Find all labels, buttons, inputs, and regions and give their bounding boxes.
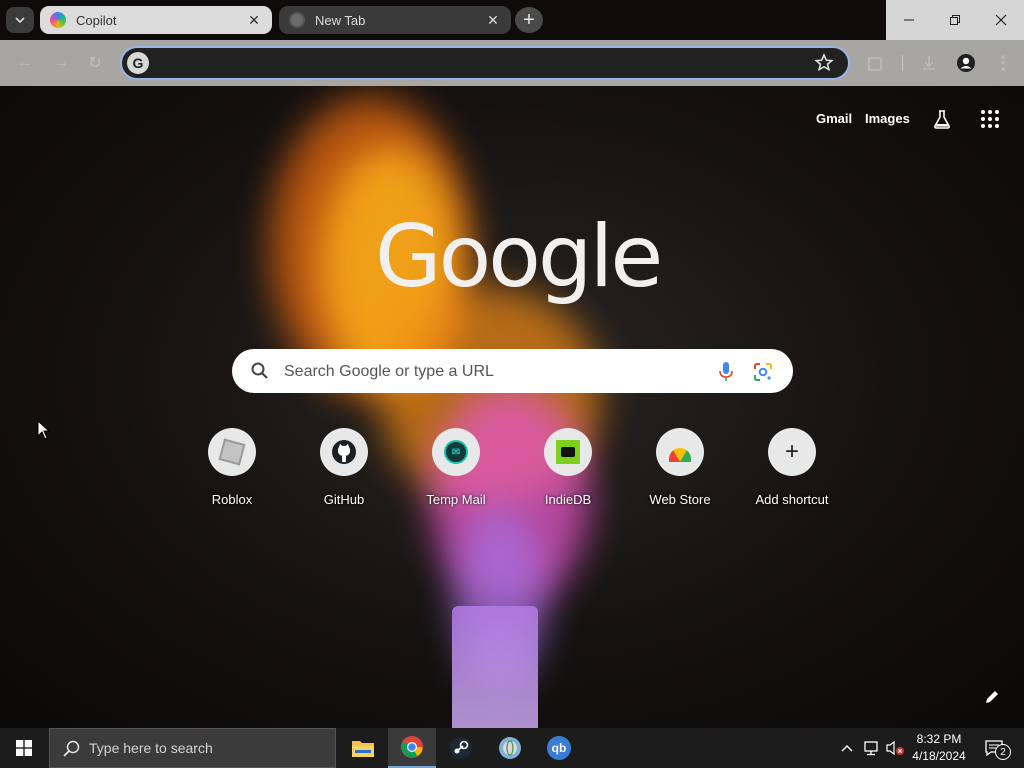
plus-icon: + bbox=[768, 428, 816, 476]
taskbar-file-explorer[interactable] bbox=[339, 728, 387, 768]
qbittorrent-icon: qb bbox=[547, 736, 571, 760]
pencil-icon bbox=[986, 691, 998, 703]
notification-count-badge: 2 bbox=[995, 744, 1011, 760]
search-icon bbox=[251, 362, 268, 379]
file-explorer-icon bbox=[352, 741, 374, 757]
chrome-favicon-icon bbox=[289, 12, 305, 28]
chrome-icon bbox=[401, 736, 423, 758]
extensions-button[interactable] bbox=[865, 52, 887, 74]
google-lens-icon[interactable] bbox=[752, 361, 774, 383]
search-icon bbox=[63, 740, 80, 757]
toolbar-divider bbox=[902, 55, 903, 71]
labs-button[interactable] bbox=[931, 108, 953, 130]
tempmail-icon: ✉ bbox=[432, 428, 480, 476]
title-bar: Copilot ✕ New Tab ✕ + bbox=[0, 0, 1024, 40]
shortcut-label: Roblox bbox=[211, 492, 253, 507]
reload-button[interactable]: ↻ bbox=[84, 52, 106, 74]
webstore-icon bbox=[656, 428, 704, 476]
new-tab-page: Gmail Images Google Roblox GitHub ✉ Temp… bbox=[0, 86, 1024, 728]
close-icon bbox=[995, 14, 1007, 26]
google-g-icon: G bbox=[127, 52, 149, 74]
apps-grid-icon bbox=[981, 110, 999, 128]
network-icon bbox=[864, 741, 878, 756]
gmail-link[interactable]: Gmail bbox=[816, 111, 852, 126]
tab-new-tab[interactable]: New Tab ✕ bbox=[279, 6, 511, 34]
copilot-icon bbox=[50, 12, 66, 28]
tab-label: Copilot bbox=[76, 12, 117, 28]
flask-icon bbox=[934, 110, 950, 129]
shortcut-web-store[interactable]: Web Store bbox=[624, 428, 736, 518]
show-hidden-icons-button[interactable] bbox=[838, 728, 856, 768]
tab-label: New Tab bbox=[315, 12, 366, 28]
downloads-button[interactable] bbox=[918, 52, 940, 74]
volume-button[interactable] bbox=[884, 728, 906, 768]
taskbar-search-box[interactable]: Type here to search bbox=[49, 728, 336, 768]
shortcut-label: Temp Mail bbox=[426, 492, 486, 507]
action-center-button[interactable]: 2 bbox=[980, 728, 1011, 768]
taskbar-search-placeholder: Type here to search bbox=[89, 740, 213, 756]
apps-button[interactable] bbox=[979, 108, 1001, 130]
start-button[interactable] bbox=[0, 728, 48, 768]
restore-button[interactable] bbox=[932, 0, 978, 40]
window-controls bbox=[886, 0, 1024, 40]
taskbar-chrome[interactable] bbox=[388, 728, 436, 768]
minimize-icon bbox=[904, 19, 914, 21]
close-tab-icon[interactable]: ✕ bbox=[246, 12, 262, 28]
close-window-button[interactable] bbox=[978, 0, 1024, 40]
mouse-cursor-icon bbox=[37, 420, 51, 440]
shortcut-label: GitHub bbox=[323, 492, 365, 507]
taskbar-qbittorrent[interactable]: qb bbox=[535, 728, 583, 768]
more-vert-icon bbox=[1001, 55, 1005, 71]
add-shortcut-button[interactable]: + Add shortcut bbox=[736, 428, 848, 518]
microphone-icon[interactable] bbox=[718, 361, 734, 383]
google-logo: Google bbox=[375, 207, 663, 307]
shortcut-label: Web Store bbox=[649, 492, 711, 507]
windows-taskbar: Type here to search qb 8:32 PM 4/18/2024… bbox=[0, 728, 1024, 768]
shortcut-roblox[interactable]: Roblox bbox=[176, 428, 288, 518]
new-tab-button[interactable]: + bbox=[515, 7, 543, 33]
download-icon bbox=[923, 56, 935, 70]
clock-time: 8:32 PM bbox=[916, 732, 962, 746]
steam-icon bbox=[450, 737, 472, 759]
clock-date: 4/18/2024 bbox=[912, 749, 966, 763]
address-input[interactable] bbox=[156, 52, 800, 76]
close-tab-icon[interactable]: ✕ bbox=[485, 12, 501, 28]
volume-muted-icon bbox=[886, 740, 904, 756]
profile-avatar-icon bbox=[957, 54, 975, 72]
restore-icon bbox=[950, 15, 960, 25]
puzzle-icon bbox=[868, 57, 882, 71]
profile-button[interactable] bbox=[955, 52, 977, 74]
taskbar-steam[interactable] bbox=[437, 728, 485, 768]
search-input[interactable] bbox=[282, 359, 706, 385]
shortcut-github[interactable]: GitHub bbox=[288, 428, 400, 518]
github-icon bbox=[320, 428, 368, 476]
reload-icon: ↻ bbox=[88, 55, 102, 72]
back-arrow-icon: ← bbox=[17, 54, 33, 71]
network-button[interactable] bbox=[860, 728, 882, 768]
shortcut-indiedb[interactable]: IndieDB bbox=[512, 428, 624, 518]
indiedb-icon bbox=[544, 428, 592, 476]
customize-chrome-button[interactable] bbox=[978, 683, 1006, 711]
menu-button[interactable] bbox=[992, 52, 1014, 74]
shortcut-label: IndieDB bbox=[544, 492, 592, 507]
tab-copilot[interactable]: Copilot ✕ bbox=[40, 6, 272, 34]
minimize-button[interactable] bbox=[886, 0, 932, 40]
taskbar-globe-app[interactable] bbox=[486, 728, 534, 768]
forward-button[interactable]: → bbox=[50, 52, 72, 74]
roblox-icon bbox=[208, 428, 256, 476]
app-globe-icon bbox=[499, 737, 521, 759]
images-link[interactable]: Images bbox=[865, 111, 910, 126]
chevron-down-icon bbox=[15, 17, 25, 24]
address-bar[interactable]: G bbox=[120, 46, 850, 80]
tab-search-button[interactable] bbox=[6, 7, 34, 33]
forward-arrow-icon: → bbox=[53, 54, 69, 71]
search-box[interactable] bbox=[232, 349, 793, 393]
clock[interactable]: 8:32 PM 4/18/2024 bbox=[905, 731, 973, 765]
chevron-up-icon bbox=[841, 745, 853, 752]
back-button[interactable]: ← bbox=[14, 52, 36, 74]
shortcut-label: Add shortcut bbox=[755, 492, 829, 507]
windows-logo-icon bbox=[16, 740, 32, 756]
shortcut-temp-mail[interactable]: ✉ Temp Mail bbox=[400, 428, 512, 518]
bookmark-star-icon[interactable] bbox=[814, 53, 834, 73]
